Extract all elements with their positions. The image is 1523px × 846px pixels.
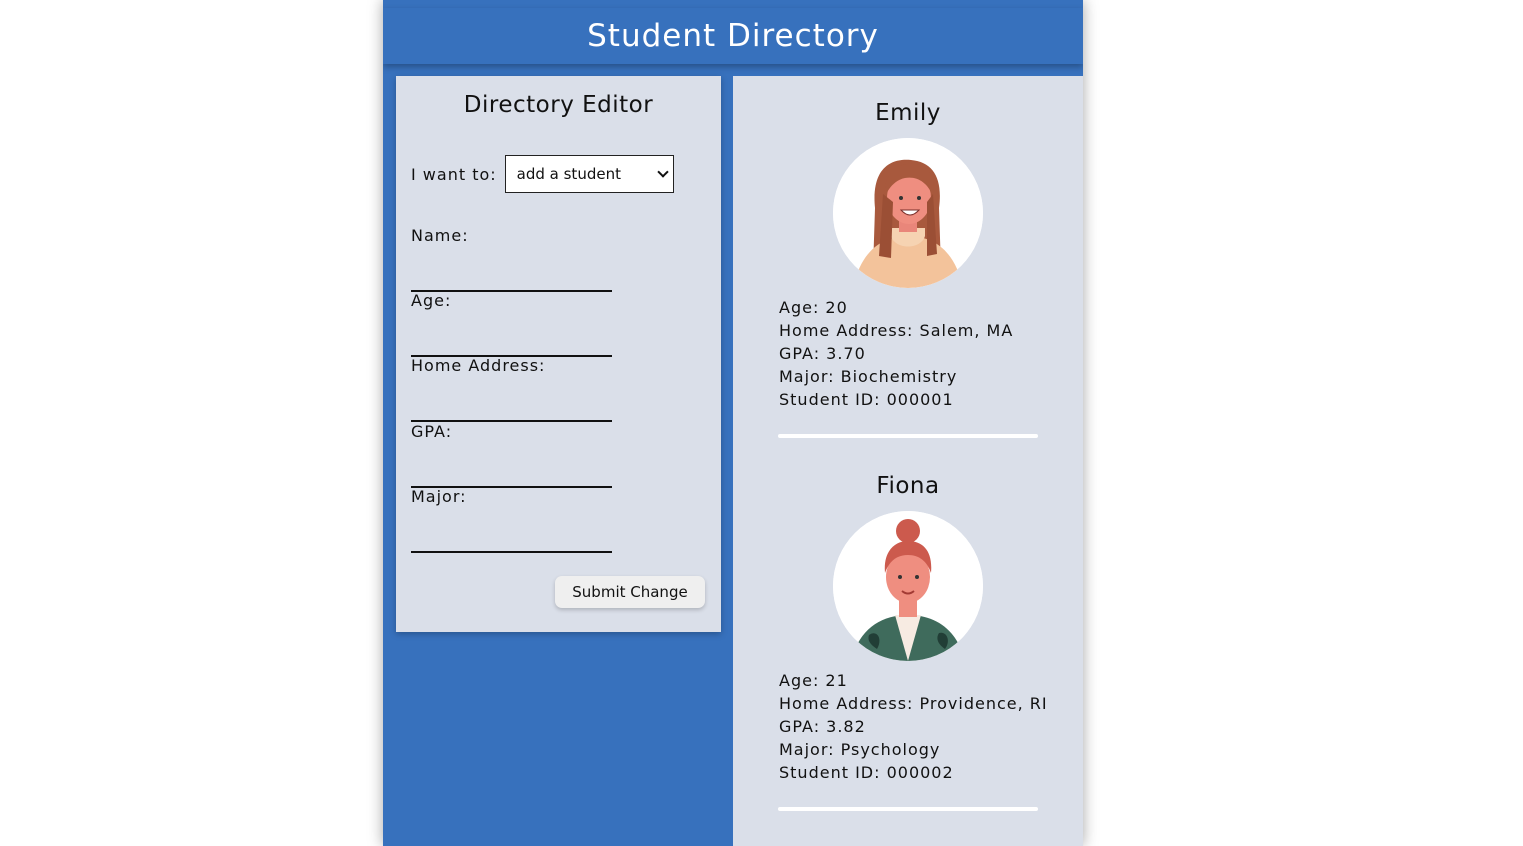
app-frame: Student Directory Directory Editor I wan… [383, 0, 1083, 846]
student-details: Age: 21 Home Address: Providence, RI GPA… [779, 669, 1048, 784]
page-title: Student Directory [587, 18, 879, 54]
directory-editor-panel: Directory Editor I want to: add a studen… [396, 76, 721, 632]
submit-change-button[interactable]: Submit Change [555, 576, 705, 608]
address-input[interactable] [411, 394, 612, 422]
card-divider [778, 434, 1038, 438]
address-label: Home Address: [411, 356, 546, 375]
student-age: Age: 20 [779, 298, 848, 317]
student-name: Emily [875, 100, 941, 126]
name-label: Name: [411, 226, 469, 245]
editor-title: Directory Editor [463, 92, 654, 118]
major-label: Major: [411, 487, 467, 506]
student-name: Fiona [876, 473, 940, 499]
card-divider [778, 807, 1038, 811]
action-row: I want to: add a student [411, 154, 674, 194]
age-input[interactable] [411, 329, 612, 357]
student-gpa: GPA: 3.82 [779, 717, 866, 736]
name-input[interactable] [411, 264, 612, 292]
student-gpa: GPA: 3.70 [779, 344, 866, 363]
major-input[interactable] [411, 525, 612, 553]
name-field-group: Name: [411, 226, 612, 292]
avatar-illustration-icon [833, 138, 983, 288]
student-major: Major: Biochemistry [779, 367, 958, 386]
gpa-input[interactable] [411, 460, 612, 488]
action-select-value: add a student [516, 165, 621, 183]
student-avatar [833, 138, 983, 288]
student-address: Home Address: Salem, MA [779, 321, 1014, 340]
page-header: Student Directory [383, 8, 1083, 64]
student-id: Student ID: 000002 [779, 763, 954, 782]
chevron-down-icon [656, 166, 669, 178]
avatar-illustration-icon [833, 511, 983, 661]
action-label: I want to: [411, 164, 497, 184]
action-select[interactable]: add a student [504, 155, 674, 193]
student-address: Home Address: Providence, RI [779, 694, 1048, 713]
age-field-group: Age: [411, 291, 612, 357]
age-label: Age: [411, 291, 452, 310]
address-field-group: Home Address: [411, 356, 612, 422]
gpa-label: GPA: [411, 422, 453, 441]
student-age: Age: 21 [779, 671, 848, 690]
major-field-group: Major: [411, 487, 612, 553]
student-major: Major: Psychology [779, 740, 941, 759]
student-directory-list: Emily Age: 20 Home Address: Salem, MA GP… [733, 76, 1083, 846]
student-id: Student ID: 000001 [779, 390, 954, 409]
student-avatar [833, 511, 983, 661]
gpa-field-group: GPA: [411, 422, 612, 488]
student-details: Age: 20 Home Address: Salem, MA GPA: 3.7… [779, 296, 1013, 411]
